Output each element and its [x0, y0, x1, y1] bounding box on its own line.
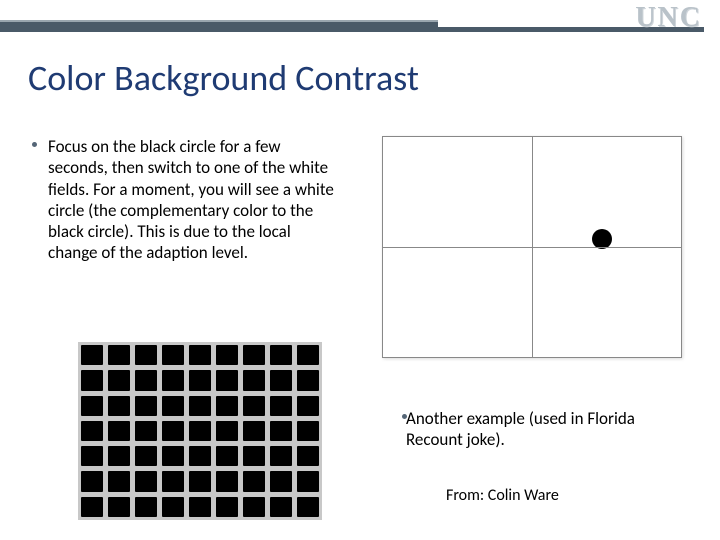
grid-square: [189, 471, 211, 491]
brand-logo: UNC: [635, 2, 702, 34]
black-circle-icon: [592, 229, 612, 249]
grid-square: [297, 421, 319, 441]
attribution-text: From: Colin Ware: [446, 486, 559, 505]
grid-square: [243, 421, 265, 441]
slide-title: Color Background Contrast: [28, 56, 419, 100]
grid-square: [162, 497, 184, 517]
grid-square: [189, 370, 211, 390]
grid-square: [270, 421, 292, 441]
grid-square: [243, 471, 265, 491]
grid-square: [243, 396, 265, 416]
grid-square: [135, 471, 157, 491]
grid-square: [81, 370, 103, 390]
grid-square: [81, 497, 103, 517]
grid-square: [243, 370, 265, 390]
grid-square: [135, 370, 157, 390]
grid-square: [135, 345, 157, 365]
grid-square: [108, 421, 130, 441]
grid-square: [216, 370, 238, 390]
grid-square: [216, 446, 238, 466]
grid-square: [270, 345, 292, 365]
grid-square: [162, 396, 184, 416]
grid-square: [81, 446, 103, 466]
grid-square: [108, 345, 130, 365]
bullet-dot-icon: [32, 142, 37, 147]
grid-square: [216, 497, 238, 517]
grid-square: [297, 497, 319, 517]
grid-square: [135, 497, 157, 517]
grid-square: [216, 345, 238, 365]
grid-square: [108, 370, 130, 390]
bullet-dot-icon: [402, 414, 407, 419]
grid-square: [270, 396, 292, 416]
grid-square: [270, 497, 292, 517]
grid-square: [297, 345, 319, 365]
grid-square: [81, 471, 103, 491]
grid-square: [108, 471, 130, 491]
grid-square: [135, 446, 157, 466]
grid-square: [243, 497, 265, 517]
grid-square: [162, 446, 184, 466]
grid-square: [216, 421, 238, 441]
grid-square: [270, 471, 292, 491]
grid-square: [81, 345, 103, 365]
grid-square: [189, 421, 211, 441]
grid-square: [270, 370, 292, 390]
bullet-item-left: Focus on the black circle for a few seco…: [48, 136, 338, 264]
bullet-item-right: Another example (used in Florida Recount…: [406, 408, 694, 451]
grid-square: [297, 396, 319, 416]
grid-square: [297, 471, 319, 491]
grid-square: [81, 421, 103, 441]
grid-square: [108, 497, 130, 517]
bullet-left-text: Focus on the black circle for a few seco…: [48, 136, 338, 264]
grid-square: [270, 446, 292, 466]
afterimage-figure: [382, 136, 682, 358]
header-decoration: UNC: [0, 0, 720, 34]
bullet-right-text: Another example (used in Florida Recount…: [406, 408, 694, 451]
grid-square: [189, 345, 211, 365]
grid-square: [135, 396, 157, 416]
header-stripe-thick: [0, 22, 438, 32]
grid-square: [189, 446, 211, 466]
grid-square: [216, 471, 238, 491]
grid-square: [297, 446, 319, 466]
grid-square: [162, 345, 184, 365]
grid-square: [243, 446, 265, 466]
grid-square: [243, 345, 265, 365]
grid-square: [162, 471, 184, 491]
grid-square: [216, 396, 238, 416]
grid-square: [162, 421, 184, 441]
grid-square: [189, 396, 211, 416]
grid-square: [108, 396, 130, 416]
grid-square: [162, 370, 184, 390]
grid-square: [297, 370, 319, 390]
grid-square: [108, 446, 130, 466]
grid-square: [189, 497, 211, 517]
grid-square: [135, 421, 157, 441]
hermann-grid-figure: [78, 342, 322, 520]
grid-square: [81, 396, 103, 416]
